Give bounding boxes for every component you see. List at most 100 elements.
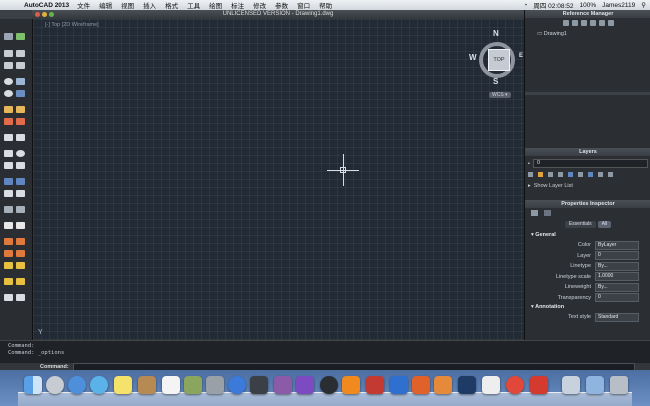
system-preferences-icon[interactable] [206,376,224,394]
attach-reference-icon[interactable] [562,20,569,26]
battery-status[interactable]: 100% [579,2,596,9]
menu-edit[interactable]: 编辑 [99,0,112,10]
notes-icon[interactable] [114,376,132,394]
show-layer-list-toggle[interactable]: ▸ Show Layer List [525,183,650,189]
layer-dropdown[interactable]: 0 [595,251,639,261]
dvd-player-icon[interactable] [320,376,338,394]
viewcube-north[interactable]: N [493,29,499,38]
downloads-stack-icon[interactable] [562,376,580,394]
ruler-tool-icon[interactable] [16,278,25,285]
iphoto-icon[interactable] [184,376,202,394]
line-tool-icon[interactable] [4,50,13,57]
layer-tool-4-icon[interactable] [558,172,563,177]
menu-modify[interactable]: 修改 [253,0,266,10]
user-menu[interactable]: James2119 [602,2,635,9]
menu-format[interactable]: 格式 [165,0,178,10]
tab-essentials[interactable]: Essentials [564,221,596,228]
video-app-icon[interactable] [250,376,268,394]
minimize-window-icon[interactable] [42,12,47,17]
polyline-tool-icon[interactable] [4,62,13,69]
viewport-label[interactable]: [-] Top [2D Wireframe] [45,22,99,28]
zoom-window-icon[interactable] [49,12,54,17]
folder-icon[interactable] [598,20,605,26]
properties-title[interactable]: Properties Inspector [525,200,650,208]
dim-radius-tool-icon[interactable] [16,250,25,257]
quick-select-icon[interactable] [544,210,551,216]
layer-tool-2-icon[interactable] [538,172,543,177]
copy-tool-icon[interactable] [4,162,13,169]
autocad-icon[interactable] [366,376,384,394]
calendar-icon[interactable] [162,376,180,394]
layer-state-icon[interactable]: ▪ [528,161,530,167]
dim-angular-tool-icon[interactable] [4,250,13,257]
trim-tool-icon[interactable] [4,206,13,213]
erase-tool-icon[interactable] [4,134,13,141]
lineweight-dropdown[interactable]: By... [595,282,639,292]
stretch-tool-icon[interactable] [4,178,13,185]
panel-splitter[interactable] [525,92,650,95]
layer-tool-3-icon[interactable] [548,172,553,177]
menu-tools[interactable]: 工具 [187,0,200,10]
close-window-icon[interactable] [35,12,40,17]
reference-item-drawing1[interactable]: ▭ Drawing1 [537,31,650,37]
move-tool-icon[interactable] [4,33,13,40]
open-reference-icon[interactable] [589,20,596,26]
section-annotation[interactable]: ▾ Annotation [525,303,650,312]
viewcube[interactable]: N TOP W E S WCS ▾ [469,29,523,99]
menu-help[interactable]: 帮助 [319,0,332,10]
array-tool-icon[interactable] [16,190,25,197]
leader-tool-icon[interactable] [4,262,13,269]
search-icon[interactable]: ⚲ [641,1,646,9]
spline-tool-icon[interactable] [16,62,25,69]
facetime-icon[interactable] [274,376,292,394]
rotate-tool-icon[interactable] [16,150,25,157]
textedit-icon[interactable] [482,376,500,394]
scale-tool-icon[interactable] [16,162,25,169]
layer-tool-9-icon[interactable] [608,172,613,177]
viewcube-south[interactable]: S [493,77,498,86]
text-style-dropdown[interactable]: Standard [595,312,639,322]
transparency-input[interactable]: 0 [595,293,639,303]
circle-tool-icon[interactable] [4,78,13,85]
menu-draw[interactable]: 绘图 [209,0,222,10]
folder-stack-icon[interactable] [586,376,604,394]
layers-title[interactable]: Layers [525,148,650,156]
menu-window[interactable]: 窗口 [297,0,310,10]
ellipse-tool-icon[interactable] [4,90,13,97]
trash-icon[interactable] [610,376,628,394]
zoom-tool-icon[interactable] [4,294,13,301]
viewcube-east[interactable]: E [519,53,523,59]
menu-insert[interactable]: 插入 [143,0,156,10]
launchpad-icon[interactable] [46,376,64,394]
menu-file[interactable]: 文件 [77,0,90,10]
layer-tool-7-icon[interactable] [588,172,593,177]
properties-view-icon[interactable] [531,210,538,216]
info-icon[interactable] [607,20,614,26]
mirror-tool-icon[interactable] [16,178,25,185]
marker-tool-icon[interactable] [16,118,25,125]
offset-tool-icon[interactable] [4,190,13,197]
layer-tool-5-icon[interactable] [568,172,573,177]
menu-dimension[interactable]: 标注 [231,0,244,10]
linetype-scale-input[interactable]: 1.0000 [595,272,639,282]
vlc-icon[interactable] [342,376,360,394]
current-layer-dropdown[interactable]: 0 [532,159,648,168]
layer-tool-6-icon[interactable] [578,172,583,177]
powerpoint-icon[interactable] [412,376,430,394]
viewcube-top-face[interactable]: TOP [488,49,510,71]
arc-tool-icon[interactable] [16,50,25,57]
layer-tool-8-icon[interactable] [598,172,603,177]
menu-view[interactable]: 视图 [121,0,134,10]
window-title-bar[interactable]: UNLICENSED VERSION - Drawing1.dwg [32,10,524,19]
table-tool-icon[interactable] [16,262,25,269]
menu-parametric[interactable]: 参数 [275,0,288,10]
check-app-icon[interactable] [296,376,314,394]
itunes-icon[interactable] [68,376,86,394]
photoshop-icon[interactable] [458,376,476,394]
measure-tool-icon[interactable] [4,278,13,285]
safari-icon[interactable] [90,376,108,394]
address-book-icon[interactable] [138,376,156,394]
rectangle-tool-icon[interactable] [16,78,25,85]
section-general[interactable]: ▾ General [525,231,650,240]
fillet-tool-icon[interactable] [4,222,13,229]
